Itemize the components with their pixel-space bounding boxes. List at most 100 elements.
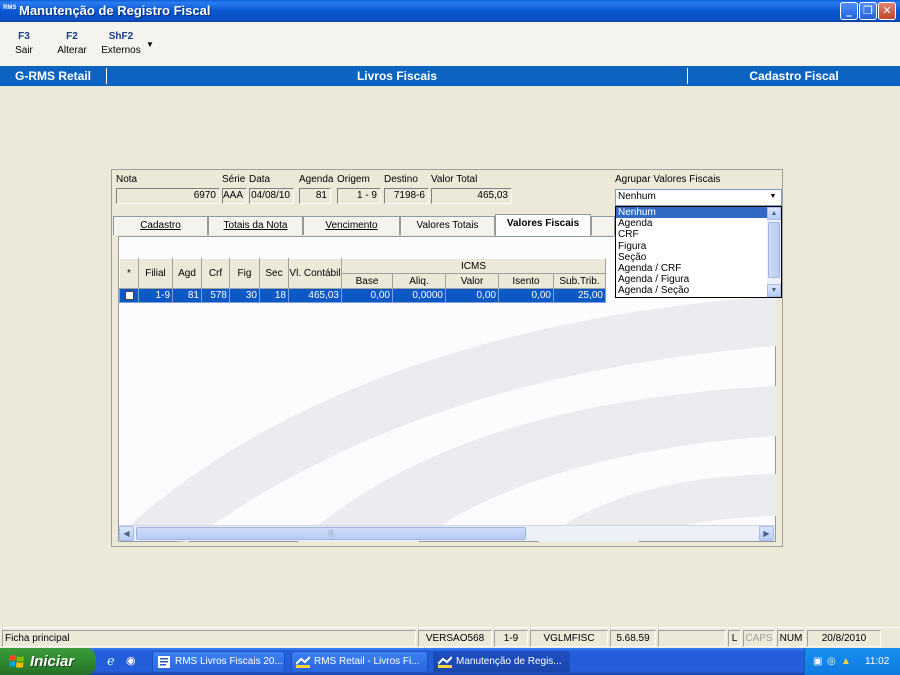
col-star: * [119,258,139,289]
app-icon: RMS [3,5,17,11]
band-right: Cadastro Fiscal [749,69,839,83]
valor-total-field[interactable]: 465,03 [431,188,512,204]
scroll-up-icon[interactable]: ▲ [767,207,781,220]
chevron-down-icon[interactable]: ▼ [766,191,780,203]
valor-total-label: Valor Total [431,174,478,185]
dropdown-option[interactable]: Agenda / Figura [616,274,781,285]
horizontal-scrollbar[interactable]: ◀ ||| ▶ [119,525,775,541]
col-valor[interactable]: Valor [445,273,499,289]
dropdown-option[interactable]: Seção [616,252,781,263]
col-sec[interactable]: Sec [259,258,289,289]
dropdown-option[interactable]: Figura [616,241,781,252]
status-l: L [728,630,741,647]
restore-icon[interactable]: ❐ [859,2,877,20]
dropdown-scroll-thumb[interactable] [768,222,780,278]
scroll-right-icon[interactable]: ▶ [759,526,774,541]
cell-base[interactable]: 0,00 [341,288,393,303]
tab-valores-totais[interactable]: Valores Totais [400,216,495,235]
cell-sec[interactable]: 18 [259,288,289,303]
dropdown-option[interactable]: Agenda / Seção [616,285,781,296]
fiscal-values-grid: * Filial Agd Crf Fig Sec Vl. Contábil IC… [119,258,606,303]
tab-label: Valores Fiscais [506,218,580,229]
toolbar-dropdown-icon[interactable]: ▼ [146,40,154,49]
cell-vl-contabil[interactable]: 465,03 [288,288,342,303]
status-version: VERSAO568 [418,630,492,647]
nota-field[interactable]: 6970 [116,188,220,204]
destino-field[interactable]: 7198-6 [384,188,429,204]
window-title: Manutenção de Registro Fiscal [19,3,211,18]
exit-button[interactable]: F3 Sair [12,31,36,56]
scroll-down-icon[interactable]: ▼ [767,284,781,297]
internet-explorer-icon[interactable]: ℯ [107,653,115,669]
tab-totais-nota[interactable]: Totais da Nota [208,216,303,235]
col-aliq[interactable]: Aliq. [392,273,446,289]
col-agd[interactable]: Agd [172,258,202,289]
table-row[interactable]: 1-9 81 578 30 18 465,03 0,00 0,0000 0,00… [119,288,606,303]
exit-key: F3 [18,31,30,42]
cell-fig[interactable]: 30 [229,288,260,303]
security-icon[interactable]: ◎ [827,648,836,675]
scroll-thumb[interactable]: ||| [136,527,526,540]
band-center: Livros Fiscais [356,69,438,83]
scroll-left-icon[interactable]: ◀ [119,526,134,541]
tab-vencimento[interactable]: Vencimento [303,216,400,235]
cell-aliq[interactable]: 0,0000 [392,288,446,303]
col-fig[interactable]: Fig [229,258,260,289]
cell-valor[interactable]: 0,00 [445,288,499,303]
task-button-rms-retail[interactable]: RMS Retail - Livros Fi... [291,651,428,673]
dropdown-option[interactable]: CRF [616,229,781,240]
minimize-icon[interactable]: _ [840,2,858,20]
col-vl-contabil[interactable]: Vl. Contábil [288,258,342,289]
cell-agd[interactable]: 81 [172,288,202,303]
origem-field[interactable]: 1 - 9 [337,188,381,204]
tab-valores-fiscais[interactable]: Valores Fiscais [495,214,591,236]
task-button-word[interactable]: RMS Livros Fiscais 20... [152,651,285,673]
network-icon[interactable]: ▣ [813,648,822,675]
agrupar-selected-value: Nenhum [618,191,656,202]
cell-filial[interactable]: 1-9 [138,288,173,303]
dropdown-option[interactable]: Agenda / CRF [616,263,781,274]
external-button[interactable]: ShF2 Externos [100,31,142,56]
col-subtrib[interactable]: Sub.Trib. [553,273,606,289]
serie-field[interactable]: AAA [222,188,247,204]
agrupar-label: Agrupar Valores Fiscais [615,174,721,185]
agenda-field[interactable]: 81 [299,188,331,204]
edit-button[interactable]: F2 Alterar [56,31,88,56]
tab-cadastro[interactable]: Cadastro [113,216,208,235]
dropdown-option[interactable]: Nenhum [616,207,781,219]
system-tray: ▣ ◎ ▲ 11:02 [804,648,900,675]
quicklaunch-icon[interactable]: ◉ [126,654,136,667]
origem-label: Origem [337,174,370,185]
dropdown-option[interactable]: Agenda [616,218,781,229]
data-field[interactable]: 04/08/10 [249,188,294,204]
edit-label: Alterar [57,45,87,56]
task-label: Manutenção de Regis... [456,656,562,667]
status-main: Ficha principal [2,630,416,647]
tab-label: Totais da Nota [223,220,288,231]
cell-subtrib[interactable]: 25,00 [553,288,606,303]
col-base[interactable]: Base [341,273,393,289]
status-program: VGLMFISC [530,630,608,647]
tab-label: Vencimento [325,220,378,231]
row-checkbox[interactable] [119,288,139,303]
checkbox-icon[interactable] [124,290,134,300]
cell-crf[interactable]: 578 [201,288,230,303]
cell-isento[interactable]: 0,00 [498,288,554,303]
tab-next[interactable] [591,216,615,235]
dropdown-scrollbar[interactable]: ▲ ▼ [767,207,781,297]
col-filial[interactable]: Filial [138,258,173,289]
status-filial: 1-9 [494,630,528,647]
document-icon [158,656,170,668]
start-button[interactable]: Iniciar [0,648,96,675]
status-caps: CAPS [743,630,775,647]
close-icon[interactable]: ✕ [878,2,896,20]
col-icms-group: ICMS [341,258,606,274]
task-button-manutencao[interactable]: Manutenção de Regis... [433,651,570,673]
edit-key: F2 [66,31,78,42]
agrupar-dropdown-list[interactable]: Nenhum Agenda CRF Figura Seção Agenda / … [615,206,782,298]
rms-tray-icon[interactable]: ▲ [841,648,851,675]
col-crf[interactable]: Crf [201,258,230,289]
start-label: Iniciar [30,653,75,670]
agrupar-select[interactable]: Nenhum ▼ [615,189,782,206]
col-isento[interactable]: Isento [498,273,554,289]
